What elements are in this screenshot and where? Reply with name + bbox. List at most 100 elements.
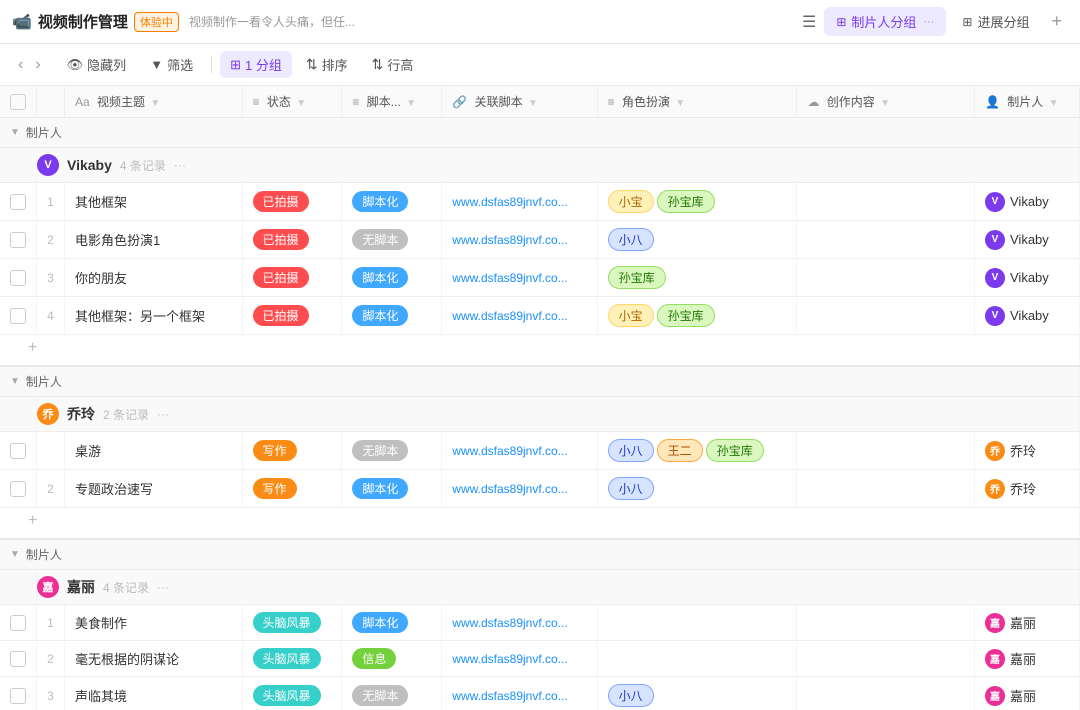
row-checkbox[interactable] (10, 194, 26, 210)
link-sort-icon[interactable]: ▼ (528, 98, 538, 109)
row-status[interactable]: 头脑风暴 (242, 605, 342, 641)
row-link[interactable]: www.dsfas89jnvf.co... (442, 259, 597, 297)
row-title[interactable]: 其他框架：另一个框架 (65, 297, 243, 335)
hide-cols-button[interactable]: 👁 隐藏列 (57, 51, 137, 78)
row-script[interactable]: 脚本化 (342, 605, 442, 641)
row-link[interactable]: www.dsfas89jnvf.co... (442, 221, 597, 259)
add-tab-button[interactable]: + (1045, 9, 1068, 34)
col-script[interactable]: ≡ 脚本... ▼ (342, 86, 442, 118)
producer-cell: 乔 乔玲 (985, 441, 1069, 461)
row-checkbox[interactable] (10, 308, 26, 324)
back-button[interactable]: ‹ (14, 54, 27, 76)
sort-icon: ⇅ (306, 56, 318, 73)
script-sort-icon[interactable]: ▼ (406, 98, 416, 109)
group-button[interactable]: ⊞ 1 分组 (220, 51, 292, 78)
row-status[interactable]: 头脑风暴 (242, 641, 342, 677)
row-link[interactable]: www.dsfas89jnvf.co... (442, 183, 597, 221)
row-status[interactable]: 已拍摄 (242, 221, 342, 259)
row-script[interactable]: 无脚本 (342, 432, 442, 470)
row-status[interactable]: 已拍摄 (242, 259, 342, 297)
row-link-anchor[interactable]: www.dsfas89jnvf.co... (452, 652, 567, 666)
row-checkbox[interactable] (10, 443, 26, 459)
row-height-button[interactable]: ⇅ 行高 (362, 51, 424, 78)
row-status[interactable]: 头脑风暴 (242, 677, 342, 710)
row-status[interactable]: 已拍摄 (242, 297, 342, 335)
tab-progress[interactable]: ⊞ 进展分组 (950, 7, 1041, 36)
group-arrow-vikaby[interactable]: ▼ (10, 127, 20, 138)
status-sort-icon[interactable]: ▼ (296, 98, 306, 109)
row-script[interactable]: 信息 (342, 641, 442, 677)
row-link-anchor[interactable]: www.dsfas89jnvf.co... (452, 444, 567, 458)
header-checkbox[interactable] (10, 94, 26, 110)
row-link[interactable]: www.dsfas89jnvf.co... (442, 641, 597, 677)
tab-sheets-label: 制片人分组 (851, 12, 916, 31)
role-sort-icon[interactable]: ▼ (675, 98, 685, 109)
row-title[interactable]: 桌游 (65, 432, 243, 470)
filter-button[interactable]: ▼ 筛选 (140, 51, 203, 78)
row-checkbox[interactable] (10, 651, 26, 667)
sort-label: 排序 (322, 55, 348, 74)
row-status[interactable]: 写作 (242, 470, 342, 508)
row-link-anchor[interactable]: www.dsfas89jnvf.co... (452, 616, 567, 630)
menu-button[interactable]: ☰ (794, 8, 824, 36)
row-title[interactable]: 电影角色扮演1 (65, 221, 243, 259)
group-name-row: 嘉 嘉丽 4 条记录 ··· (0, 570, 1080, 605)
row-link-anchor[interactable]: www.dsfas89jnvf.co... (452, 233, 567, 247)
row-title[interactable]: 声临其境 (65, 677, 243, 710)
row-title[interactable]: 毫无根据的阴谋论 (65, 641, 243, 677)
row-status[interactable]: 写作 (242, 432, 342, 470)
row-script[interactable]: 无脚本 (342, 221, 442, 259)
row-checkbox[interactable] (10, 270, 26, 286)
col-content[interactable]: ☁ 创作内容 ▼ (797, 86, 975, 118)
group-more-jiali[interactable]: ··· (157, 580, 169, 594)
group-arrow-jiali[interactable]: ▼ (10, 549, 20, 560)
row-link[interactable]: www.dsfas89jnvf.co... (442, 677, 597, 710)
producer-avatar: V (985, 306, 1005, 326)
row-script[interactable]: 无脚本 (342, 677, 442, 710)
forward-button[interactable]: › (31, 54, 44, 76)
group-arrow-qiaoling[interactable]: ▼ (10, 376, 20, 387)
producer-sort-icon[interactable]: ▼ (1049, 98, 1059, 109)
row-link[interactable]: www.dsfas89jnvf.co... (442, 470, 597, 508)
row-link-anchor[interactable]: www.dsfas89jnvf.co... (452, 309, 567, 323)
group-more-qiaoling[interactable]: ··· (157, 407, 169, 421)
row-link[interactable]: www.dsfas89jnvf.co... (442, 297, 597, 335)
row-checkbox[interactable] (10, 615, 26, 631)
group-more-vikaby[interactable]: ··· (174, 158, 186, 172)
title-sort-icon[interactable]: ▼ (150, 98, 160, 109)
col-status[interactable]: ≡ 状态 ▼ (242, 86, 342, 118)
col-title[interactable]: Aa 视频主题 ▼ (65, 86, 243, 118)
row-checkbox[interactable] (10, 688, 26, 704)
row-status[interactable]: 已拍摄 (242, 183, 342, 221)
col-num (37, 86, 65, 118)
add-row-button[interactable]: + (0, 335, 1080, 367)
row-title[interactable]: 专题政治速写 (65, 470, 243, 508)
content-sort-icon[interactable]: ▼ (880, 98, 890, 109)
row-link-anchor[interactable]: www.dsfas89jnvf.co... (452, 482, 567, 496)
producer-cell: V Vikaby (985, 192, 1069, 212)
status-col-icon: ≡ (253, 95, 260, 109)
row-script[interactable]: 脚本化 (342, 470, 442, 508)
row-link-anchor[interactable]: www.dsfas89jnvf.co... (452, 195, 567, 209)
col-producer[interactable]: 👤 制片人 ▼ (975, 86, 1080, 118)
sort-button[interactable]: ⇅ 排序 (296, 51, 358, 78)
add-row-button[interactable]: + (0, 508, 1080, 540)
row-title[interactable]: 其他框架 (65, 183, 243, 221)
row-link[interactable]: www.dsfas89jnvf.co... (442, 432, 597, 470)
row-link-anchor[interactable]: www.dsfas89jnvf.co... (452, 689, 567, 703)
col-check (0, 86, 37, 118)
app-icon: 📹 (12, 12, 32, 32)
row-title[interactable]: 你的朋友 (65, 259, 243, 297)
row-checkbox[interactable] (10, 481, 26, 497)
row-link[interactable]: www.dsfas89jnvf.co... (442, 605, 597, 641)
row-link-anchor[interactable]: www.dsfas89jnvf.co... (452, 271, 567, 285)
tab-sheets[interactable]: ⊞ 制片人分组 ··· (824, 7, 946, 36)
row-script[interactable]: 脚本化 (342, 183, 442, 221)
row-script[interactable]: 脚本化 (342, 297, 442, 335)
col-link[interactable]: 🔗 关联脚本 ▼ (442, 86, 597, 118)
col-role[interactable]: ≡ 角色扮演 ▼ (597, 86, 797, 118)
row-checkbox[interactable] (10, 232, 26, 248)
row-title[interactable]: 美食制作 (65, 605, 243, 641)
row-script[interactable]: 脚本化 (342, 259, 442, 297)
tab-sheets-more[interactable]: ··· (923, 16, 934, 28)
